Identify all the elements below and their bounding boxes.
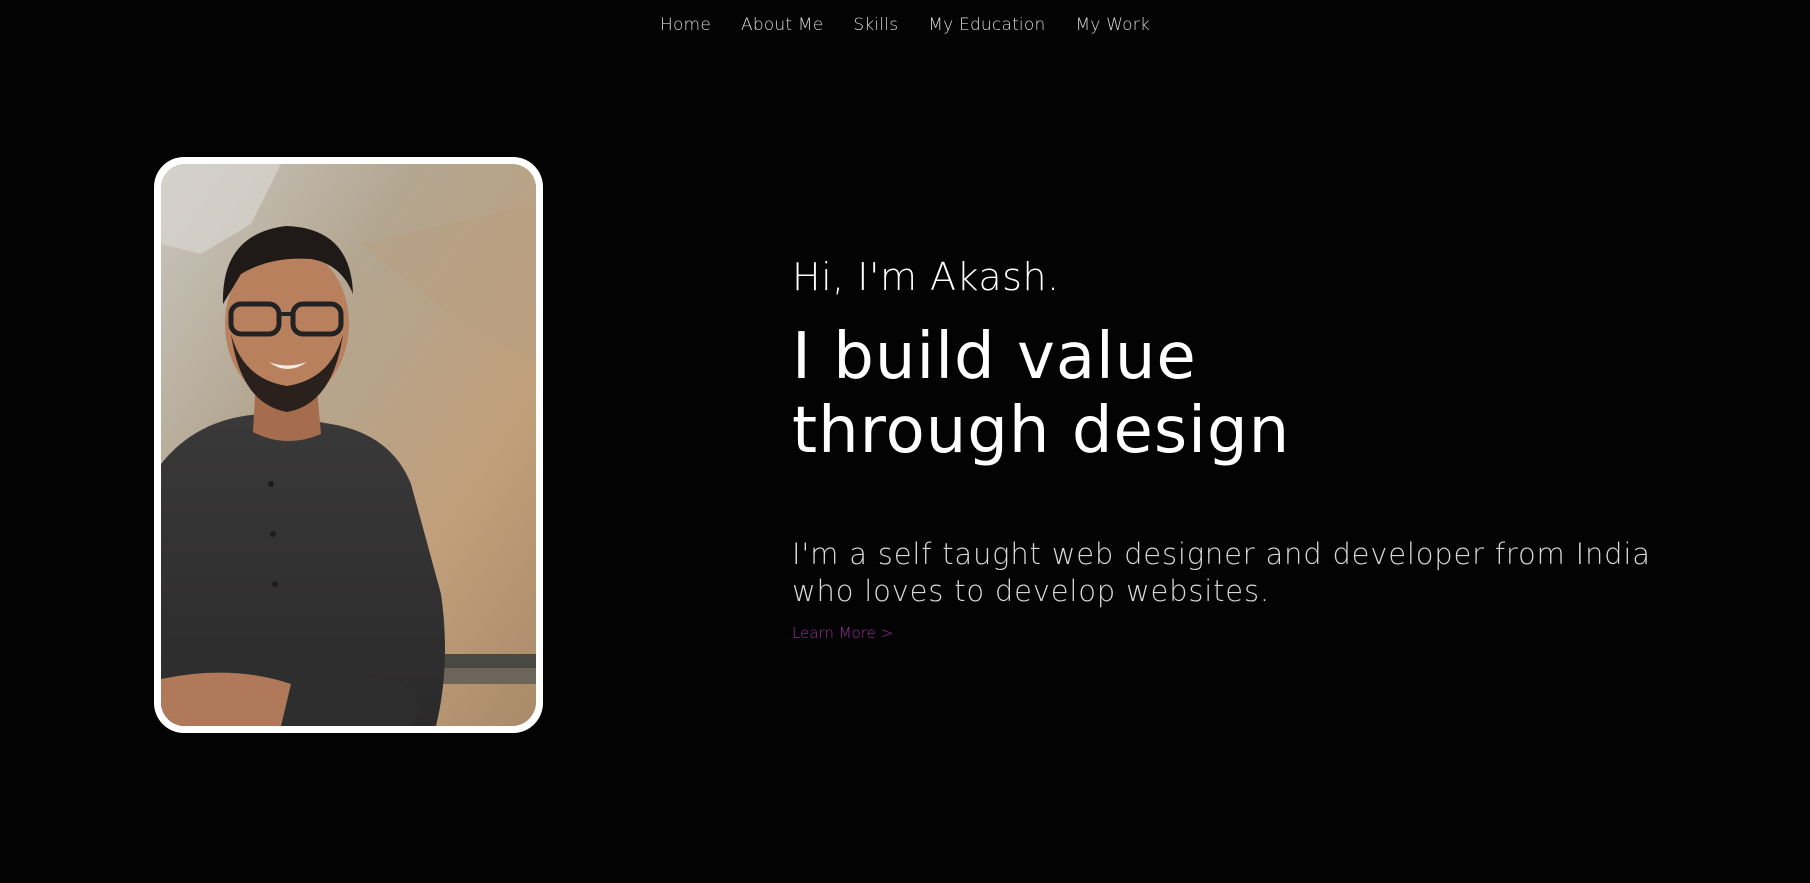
profile-photo — [161, 164, 536, 726]
page: Home About Me Skills My Education My Wor… — [0, 0, 1810, 883]
hero-intro: I'm a self taught web designer and devel… — [792, 537, 1651, 608]
nav-link-my-education[interactable]: My Education — [928, 12, 1045, 38]
profile-photo-frame — [154, 157, 543, 733]
hero-section: Hi, I'm Akash. I build value through des… — [792, 250, 1692, 642]
nav-link-skills[interactable]: Skills — [853, 12, 898, 38]
learn-more-link[interactable]: Learn More > — [792, 624, 893, 642]
nav-link-home[interactable]: Home — [660, 12, 711, 38]
profile-photo-illustration — [161, 164, 536, 726]
nav-link-about-me[interactable]: About Me — [741, 12, 823, 38]
nav-link-my-work[interactable]: My Work — [1075, 12, 1150, 38]
top-navigation: Home About Me Skills My Education My Wor… — [0, 12, 1810, 38]
hero-headline: I build value through design — [792, 320, 1291, 468]
hero-greeting: Hi, I'm Akash. — [792, 255, 1060, 299]
